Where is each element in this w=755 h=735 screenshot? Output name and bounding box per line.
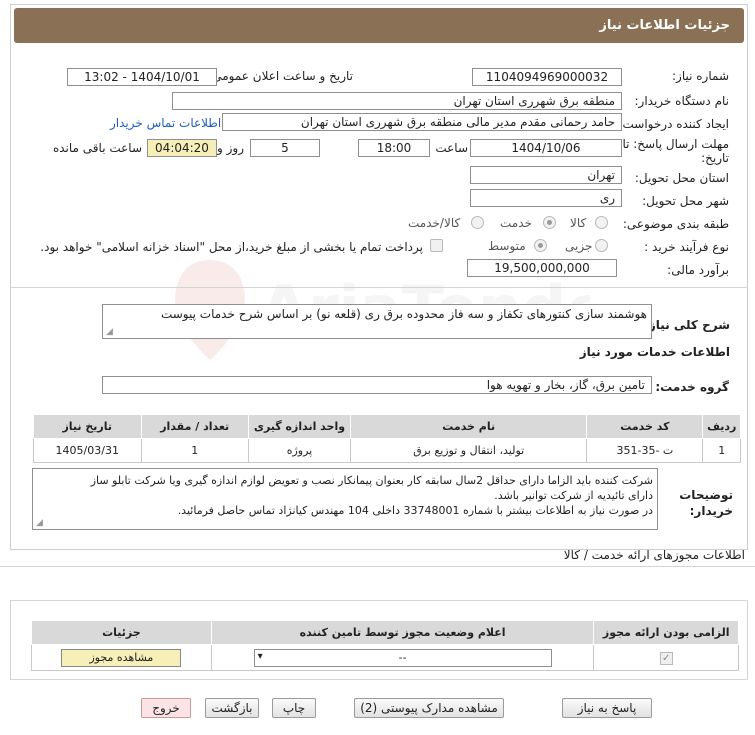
col-date: تاریخ نیاز bbox=[33, 414, 142, 439]
service-group-label: گروه خدمت: bbox=[655, 380, 729, 394]
col-name: نام خدمت bbox=[349, 414, 588, 439]
cell-name: تولید، انتقال و توزیع برق bbox=[349, 438, 588, 463]
services-section-title: اطلاعات خدمات مورد نیاز bbox=[579, 345, 730, 359]
divider bbox=[0, 566, 755, 567]
cell-date: 1405/03/31 bbox=[33, 438, 142, 463]
treasury-payment-note: پرداخت تمام یا بخشی از مبلغ خرید،از محل … bbox=[40, 240, 423, 254]
process-medium-label: متوسط bbox=[488, 239, 526, 253]
deadline-label: مهلت ارسال پاسخ: تا bbox=[622, 137, 729, 151]
services-table: ردیف کد خدمت نام خدمت واحد اندازه گیری ت… bbox=[33, 414, 741, 463]
days-label: روز و bbox=[217, 141, 244, 155]
print-button[interactable]: چاپ bbox=[272, 698, 316, 718]
province-field: تهران bbox=[470, 166, 622, 184]
summary-text: هوشمند سازی کنتورهای تکفاز و سه فاز محدو… bbox=[160, 307, 647, 321]
buyer-contact-link[interactable]: اطلاعات تماس خریدار bbox=[110, 116, 221, 130]
table-row: ✓ -- ▾ مشاهده مجوز bbox=[31, 644, 739, 671]
need-number-field: 1104094969000032 bbox=[472, 68, 622, 86]
category-service-radio[interactable] bbox=[543, 216, 556, 229]
need-number-label: شماره نیاز: bbox=[672, 69, 729, 83]
category-goods-label: کالا bbox=[570, 216, 587, 230]
cell-code: ت -35-351 bbox=[586, 438, 704, 463]
creator-field: حامد رحمانی مقدم مدیر مالی منطقه برق شهر… bbox=[222, 113, 622, 131]
deadline-date-field: 1404/10/06 bbox=[470, 139, 622, 157]
creator-label: ایجاد کننده درخواست: bbox=[618, 117, 729, 131]
view-attachments-button[interactable]: مشاهده مدارک پیوستی (2) bbox=[354, 698, 504, 718]
col-unit: واحد اندازه گیری bbox=[247, 414, 352, 439]
table-row: 1 ت -35-351 تولید، انتقال و توزیع برق پر… bbox=[33, 438, 741, 463]
permits-table: الزامی بودن ارائه مجوز اعلام وضعیت مجوز … bbox=[31, 620, 739, 671]
process-medium-radio[interactable] bbox=[534, 239, 547, 252]
col-row: ردیف bbox=[702, 414, 741, 439]
divider bbox=[10, 287, 748, 288]
permit-status-cell: -- ▾ bbox=[210, 644, 595, 671]
summary-label: شرح کلی نیاز: bbox=[644, 318, 730, 332]
col-permit-details: جزئیات bbox=[31, 620, 212, 645]
page-title: جزئیات اطلاعات نیاز bbox=[599, 18, 730, 33]
treasury-payment-checkbox[interactable] bbox=[430, 239, 443, 252]
process-minor-radio[interactable] bbox=[595, 239, 608, 252]
buyer-org-label: نام دستگاه خریدار: bbox=[634, 94, 730, 108]
reply-button[interactable]: پاسخ به نیاز bbox=[562, 698, 652, 718]
permit-required-cell: ✓ bbox=[593, 644, 739, 671]
col-permit-status: اعلام وضعیت مجوز توسط تامین کننده bbox=[210, 620, 595, 645]
process-label: نوع فرآیند خرید : bbox=[644, 240, 729, 254]
view-permit-button[interactable]: مشاهده مجوز bbox=[61, 648, 182, 667]
province-label: استان محل تحویل: bbox=[634, 171, 729, 185]
category-label: طبقه بندی موضوعی: bbox=[622, 217, 729, 231]
col-code: کد خدمت bbox=[586, 414, 704, 439]
table-header-row: الزامی بودن ارائه مجوز اعلام وضعیت مجوز … bbox=[31, 620, 739, 645]
deadline-time-field: 18:00 bbox=[358, 139, 430, 157]
category-goods-radio[interactable] bbox=[595, 216, 608, 229]
service-group-field: تامین برق، گاز، بخار و تهویه هوا bbox=[102, 376, 652, 394]
city-field: ری bbox=[470, 189, 622, 207]
exit-button[interactable]: خروج bbox=[141, 698, 191, 718]
budget-field: 19,500,000,000 bbox=[467, 259, 617, 277]
buyer-org-field: منطقه برق شهرری استان تهران bbox=[172, 92, 622, 110]
budget-label: برآورد مالی: bbox=[667, 263, 729, 277]
buyer-notes-line-2: دارای تائیدیه از شرکت توانیر باشد. bbox=[494, 489, 653, 502]
chevron-down-icon: ▾ bbox=[257, 650, 263, 662]
announce-label: تاریخ و ساعت اعلان عمومی: bbox=[208, 69, 353, 83]
category-goods-service-radio[interactable] bbox=[471, 216, 484, 229]
deadline-label-2: تاریخ: bbox=[701, 151, 729, 165]
buyer-notes-textarea: شرکت کننده باید الزاما دارای حداقل 2سال … bbox=[32, 468, 658, 530]
permit-status-select[interactable]: -- ▾ bbox=[253, 648, 552, 667]
permits-section-title: اطلاعات مجوزهای ارائه خدمت / کالا bbox=[563, 548, 745, 562]
cell-row: 1 bbox=[702, 438, 741, 463]
city-label: شهر محل تحویل: bbox=[642, 194, 729, 208]
buyer-notes-line-3: در صورت نیاز به اطلاعات بیشتر با شماره 3… bbox=[177, 504, 653, 517]
category-goods-service-label: کالا/خدمت bbox=[408, 216, 461, 230]
time-label: ساعت bbox=[435, 141, 468, 155]
summary-textarea: هوشمند سازی کنتورهای تکفاز و سه فاز محدو… bbox=[102, 304, 652, 339]
permit-details-cell: مشاهده مجوز bbox=[31, 644, 212, 671]
remaining-label: ساعت باقی مانده bbox=[52, 141, 142, 155]
buyer-notes-line-1: شرکت کننده باید الزاما دارای حداقل 2سال … bbox=[90, 474, 653, 487]
resize-handle-icon[interactable]: ◢ bbox=[106, 327, 113, 337]
days-field: 5 bbox=[250, 139, 320, 157]
buyer-notes-label-2: خریدار: bbox=[689, 504, 733, 518]
permit-required-checkbox[interactable]: ✓ bbox=[659, 651, 673, 665]
col-permit-required: الزامی بودن ارائه مجوز bbox=[593, 620, 739, 645]
buyer-notes-label: توضیحات bbox=[679, 488, 733, 502]
back-button[interactable]: بازگشت bbox=[205, 698, 259, 718]
cell-unit: پروژه bbox=[247, 438, 352, 463]
permit-status-value: -- bbox=[398, 650, 407, 664]
col-qty: تعداد / مقدار bbox=[140, 414, 249, 439]
panel-header: جزئیات اطلاعات نیاز bbox=[14, 8, 744, 43]
process-minor-label: جزیی bbox=[565, 239, 593, 253]
table-header-row: ردیف کد خدمت نام خدمت واحد اندازه گیری ت… bbox=[33, 414, 741, 439]
announce-date-field: 1404/10/01 - 13:02 bbox=[67, 68, 217, 86]
cell-qty: 1 bbox=[140, 438, 249, 463]
resize-handle-icon[interactable]: ◢ bbox=[36, 518, 43, 528]
category-service-label: خدمت bbox=[500, 216, 532, 230]
remaining-time-field: 04:04:20 bbox=[147, 139, 217, 157]
